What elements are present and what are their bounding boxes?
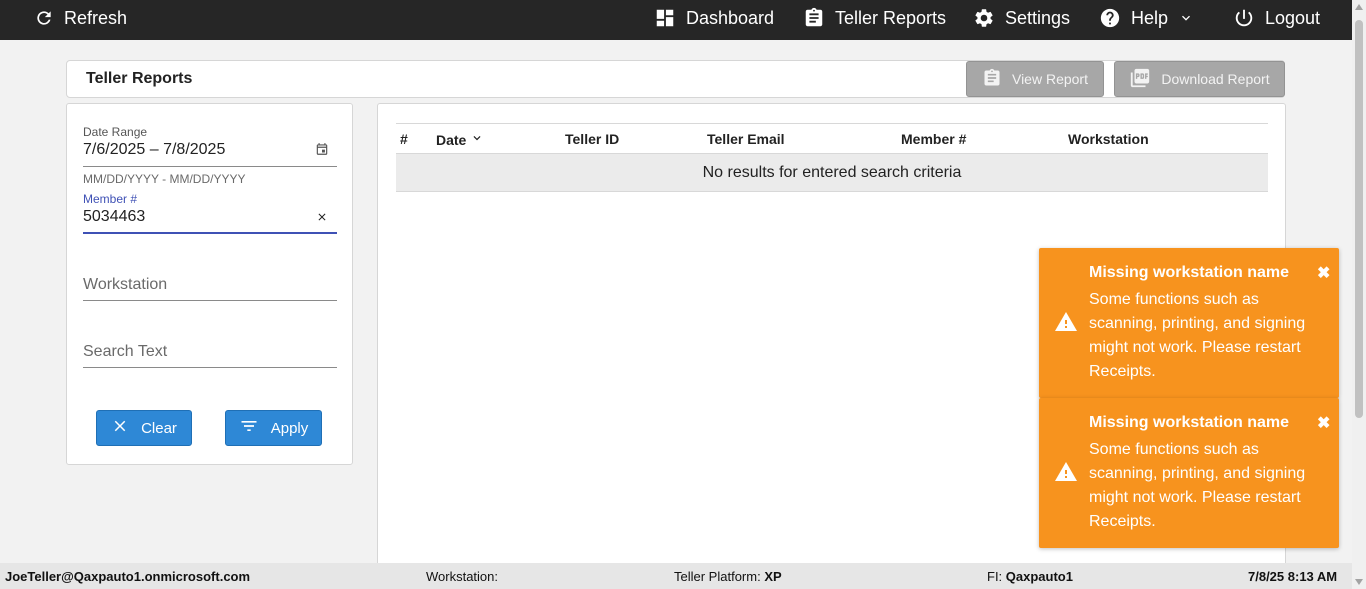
- chevron-down-icon: [1178, 10, 1194, 26]
- toast-close-icon[interactable]: ✖: [1317, 263, 1330, 283]
- nav-settings[interactable]: Settings: [973, 0, 1070, 36]
- member-number-field[interactable]: Member # 5034463: [83, 192, 337, 234]
- apply-label: Apply: [270, 419, 309, 437]
- date-range-hint: MM/DD/YYYY - MM/DD/YYYY: [83, 172, 246, 186]
- help-icon: [1099, 7, 1121, 29]
- calendar-icon[interactable]: [315, 142, 329, 161]
- search-text-input[interactable]: Search Text: [83, 343, 337, 361]
- status-platform-label: Teller Platform:: [674, 569, 761, 584]
- scroll-down-arrow-icon[interactable]: [1355, 579, 1363, 585]
- nav-dashboard[interactable]: Dashboard: [654, 0, 774, 36]
- warning-icon: [1053, 310, 1079, 339]
- nav-logout[interactable]: Logout: [1233, 0, 1320, 36]
- status-fi-value: Qaxpauto1: [1005, 569, 1073, 584]
- member-number-underline: [83, 232, 337, 234]
- scroll-up-arrow-icon[interactable]: [1355, 4, 1363, 10]
- search-text-underline: [83, 367, 337, 368]
- date-range-field[interactable]: Date Range 7/6/2025 – 7/8/2025: [83, 125, 337, 167]
- status-fi-label: FI:: [987, 569, 1003, 584]
- nav-teller-reports[interactable]: Teller Reports: [803, 0, 946, 36]
- column-header-teller-email[interactable]: Teller Email: [707, 131, 785, 147]
- status-fi: FI: Qaxpauto1: [987, 569, 1073, 584]
- status-bar: JoeTeller@Qaxpauto1.onmicrosoft.com Work…: [0, 563, 1352, 589]
- refresh-icon: [34, 8, 54, 28]
- download-report-label: Download Report: [1161, 71, 1270, 87]
- status-platform: Teller Platform: XP: [674, 569, 782, 584]
- toast-message: Some functions such as scanning, printin…: [1089, 291, 1306, 380]
- toast-title: Missing workstation name: [1089, 414, 1290, 431]
- help-label: Help: [1131, 7, 1169, 28]
- dashboard-icon: [654, 7, 676, 29]
- vertical-scrollbar[interactable]: [1352, 0, 1366, 589]
- toast-message: Some functions such as scanning, printin…: [1089, 441, 1306, 530]
- apply-button[interactable]: Apply: [225, 410, 322, 446]
- column-header-date-label: Date: [436, 131, 467, 148]
- refresh-button[interactable]: Refresh: [34, 0, 127, 36]
- column-header-teller-id[interactable]: Teller ID: [565, 131, 619, 147]
- nav-help[interactable]: Help: [1099, 0, 1194, 36]
- date-range-label: Date Range: [83, 125, 148, 139]
- warning-toast: Missing workstation name Some functions …: [1039, 248, 1339, 398]
- clear-field-icon[interactable]: [316, 210, 328, 228]
- power-icon: [1233, 7, 1255, 29]
- status-workstation-label: Workstation:: [426, 569, 499, 584]
- filter-panel: Date Range 7/6/2025 – 7/8/2025 MM/DD/YYY…: [66, 103, 353, 465]
- workstation-field[interactable]: Workstation: [83, 276, 337, 302]
- top-nav-bar: Refresh Dashboard Teller Reports Setting…: [0, 0, 1366, 40]
- page-title: Teller Reports: [86, 70, 193, 87]
- status-datetime: 7/8/25 8:13 AM: [1248, 569, 1337, 584]
- workstation-input[interactable]: Workstation: [83, 276, 337, 294]
- date-range-input[interactable]: 7/6/2025 – 7/8/2025: [83, 141, 337, 159]
- status-platform-value: XP: [764, 569, 782, 584]
- view-report-label: View Report: [1011, 71, 1088, 87]
- table-header: # Date Teller ID Teller Email Member # W…: [396, 123, 1268, 154]
- download-report-button[interactable]: Download Report: [1114, 61, 1285, 97]
- clipboard-icon: [803, 7, 825, 29]
- sort-down-icon: [470, 131, 484, 148]
- member-number-label: Member #: [83, 192, 138, 206]
- clipboard-icon: [982, 68, 1002, 91]
- workstation-underline: [83, 300, 337, 301]
- scrollbar-thumb[interactable]: [1355, 20, 1363, 418]
- close-icon: [111, 417, 129, 439]
- warning-toast: Missing workstation name Some functions …: [1039, 398, 1339, 548]
- member-number-input[interactable]: 5034463: [83, 208, 337, 226]
- date-range-underline: [83, 166, 337, 167]
- view-report-button[interactable]: View Report: [966, 61, 1104, 97]
- toast-title: Missing workstation name: [1089, 264, 1290, 281]
- toast-close-icon[interactable]: ✖: [1317, 413, 1330, 433]
- status-workstation: Workstation:: [426, 569, 498, 584]
- empty-results-message: No results for entered search criteria: [396, 154, 1268, 192]
- dashboard-label: Dashboard: [686, 7, 775, 28]
- column-header-workstation[interactable]: Workstation: [1068, 131, 1149, 147]
- logout-label: Logout: [1265, 7, 1321, 28]
- column-header-date[interactable]: Date: [436, 131, 484, 148]
- pdf-icon: [1129, 67, 1151, 92]
- settings-label: Settings: [1005, 7, 1071, 28]
- column-header-member-number[interactable]: Member #: [901, 131, 966, 147]
- gear-icon: [973, 7, 995, 29]
- refresh-label: Refresh: [64, 7, 128, 28]
- status-user: JoeTeller@Qaxpauto1.onmicrosoft.com: [5, 569, 250, 584]
- clear-label: Clear: [141, 419, 177, 437]
- warning-icon: [1053, 460, 1079, 489]
- search-text-field[interactable]: Search Text: [83, 343, 337, 369]
- teller-reports-label: Teller Reports: [835, 7, 947, 28]
- column-header-number[interactable]: #: [400, 131, 408, 147]
- date-range-hint-wrap: MM/DD/YYYY - MM/DD/YYYY: [83, 172, 337, 186]
- status-user-email: JoeTeller@Qaxpauto1.onmicrosoft.com: [5, 569, 251, 584]
- clear-button[interactable]: Clear: [96, 410, 192, 446]
- status-datetime-value: 7/8/25 8:13 AM: [1248, 569, 1338, 584]
- filter-icon: [239, 416, 259, 440]
